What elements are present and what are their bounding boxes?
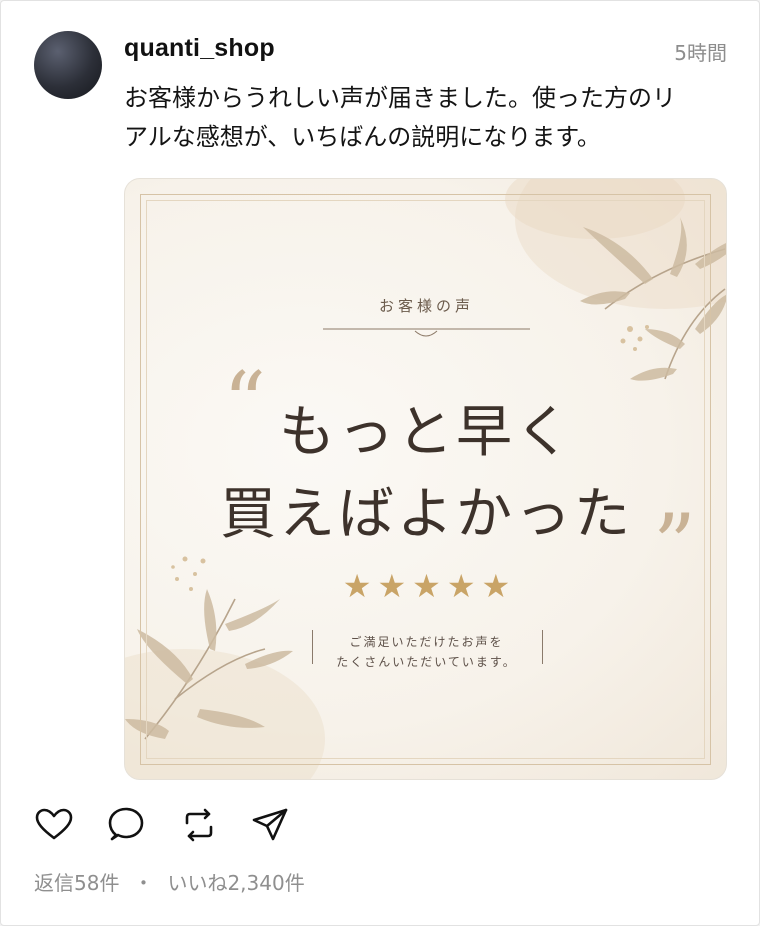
star-icon: ★ — [377, 567, 407, 605]
star-icon: ★ — [481, 567, 511, 605]
post-image[interactable]: お客様の声 “ もっと早く 買えばよかった ” ★ ★ ★ ★ ★ ご満足いただけたお声… — [124, 178, 727, 780]
caption-line: アルな感想が、いちばんの説明になります。 — [124, 123, 601, 151]
replies-count[interactable]: 返信58件 — [34, 867, 119, 896]
post-caption: お客様からうれしい声が届きました。使った方のリ アルな感想が、いちばんの説明にな… — [124, 79, 734, 157]
rating-stars: ★ ★ ★ ★ ★ — [125, 567, 726, 605]
like-button[interactable] — [34, 805, 74, 845]
post-stats: 返信58件・いいね2,340件 — [34, 867, 305, 896]
caption-line: お客様からうれしい声が届きました。使った方のリ — [124, 84, 676, 112]
section-title: お客様の声 — [378, 297, 474, 315]
headline-line: もっと早く — [279, 400, 574, 465]
comment-icon — [108, 807, 144, 841]
post-card: quanti_shop 5時間 お客様からうれしい声が届きました。使った方のリ … — [0, 0, 760, 926]
heart-icon — [35, 808, 73, 840]
comment-button[interactable] — [107, 805, 147, 845]
post-time: 5時間 — [674, 41, 727, 65]
repost-button[interactable] — [179, 805, 219, 845]
star-icon: ★ — [412, 567, 441, 605]
sub-text: ご満足いただけたお声を — [349, 635, 504, 649]
sub-text: たくさんいただいています。 — [336, 655, 517, 669]
share-button[interactable] — [250, 805, 290, 845]
star-icon: ★ — [446, 567, 476, 605]
headline-line: 買えばよかった — [220, 482, 633, 547]
likes-count[interactable]: いいね2,340件 — [167, 867, 304, 896]
separator: ・ — [133, 871, 154, 895]
username[interactable]: quanti_shop — [124, 34, 275, 63]
repost-icon — [185, 808, 213, 842]
share-icon — [252, 808, 288, 841]
avatar[interactable] — [34, 31, 102, 99]
star-icon: ★ — [342, 567, 372, 605]
